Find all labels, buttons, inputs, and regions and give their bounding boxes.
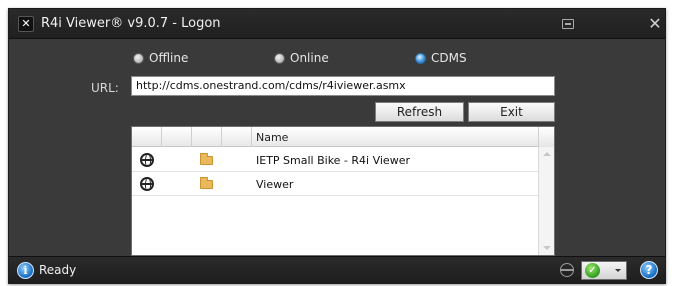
header-scroll-corner [538,127,554,147]
title-bar[interactable]: ✕ R4i Viewer® v9.0.7 - Logon ✕ [9,9,665,39]
radio-online[interactable]: Online [274,51,329,65]
column-header-name[interactable]: Name [256,131,288,144]
radio-dot [274,52,285,64]
help-icon[interactable]: ? [640,261,658,279]
connection-status-dropdown[interactable]: ✓ [581,261,627,280]
list-item-name: IETP Small Bike - R4i Viewer [256,154,410,167]
globe-icon [140,153,154,167]
close-icon[interactable]: ✕ [646,15,664,33]
radio-dot-selected [415,52,426,64]
url-label: URL: [91,81,119,95]
grid-header: Name [132,127,554,147]
tools-icon: ✕ [18,16,34,32]
connection-mode-group: Offline Online CDMS [9,51,665,69]
scroll-up-icon[interactable] [543,152,551,156]
globe-icon [140,177,154,191]
folder-icon [200,177,213,189]
list-item[interactable]: Viewer [132,172,539,196]
info-icon: i [17,262,34,279]
status-text: Ready [39,263,77,277]
logon-window: ✕ R4i Viewer® v9.0.7 - Logon ✕ Offline O… [8,8,666,284]
exit-button[interactable]: Exit [468,102,555,122]
chevron-down-icon [615,269,621,272]
vertical-scrollbar[interactable] [538,147,554,255]
radio-offline[interactable]: Offline [133,51,188,65]
header-cell-globe[interactable] [132,127,162,147]
refresh-button[interactable]: Refresh [375,102,464,122]
radio-cdms[interactable]: CDMS [415,51,467,65]
header-cell-blank[interactable] [222,127,252,147]
header-cell-type[interactable] [192,127,222,147]
network-globe-icon[interactable] [560,263,574,277]
radio-offline-label: Offline [149,51,189,65]
list-item[interactable]: IETP Small Bike - R4i Viewer [132,148,539,172]
radio-dot [133,52,144,64]
radio-online-label: Online [290,51,329,65]
url-input[interactable]: http://cdms.onestrand.com/cdms/r4iviewer… [131,76,555,96]
folder-icon [200,153,213,165]
radio-cdms-label: CDMS [431,51,467,65]
list-item-name: Viewer [256,178,294,191]
keyboard-icon[interactable] [559,15,577,33]
window-title: R4i Viewer® v9.0.7 - Logon [41,16,221,31]
check-icon: ✓ [585,263,600,278]
status-bar: i Ready ✓ ? [9,256,665,283]
server-list-grid: Name IETP Small Bike - R4i Viewer Viewer [131,126,555,256]
scroll-down-icon[interactable] [543,246,551,250]
header-cell-blank[interactable] [162,127,192,147]
